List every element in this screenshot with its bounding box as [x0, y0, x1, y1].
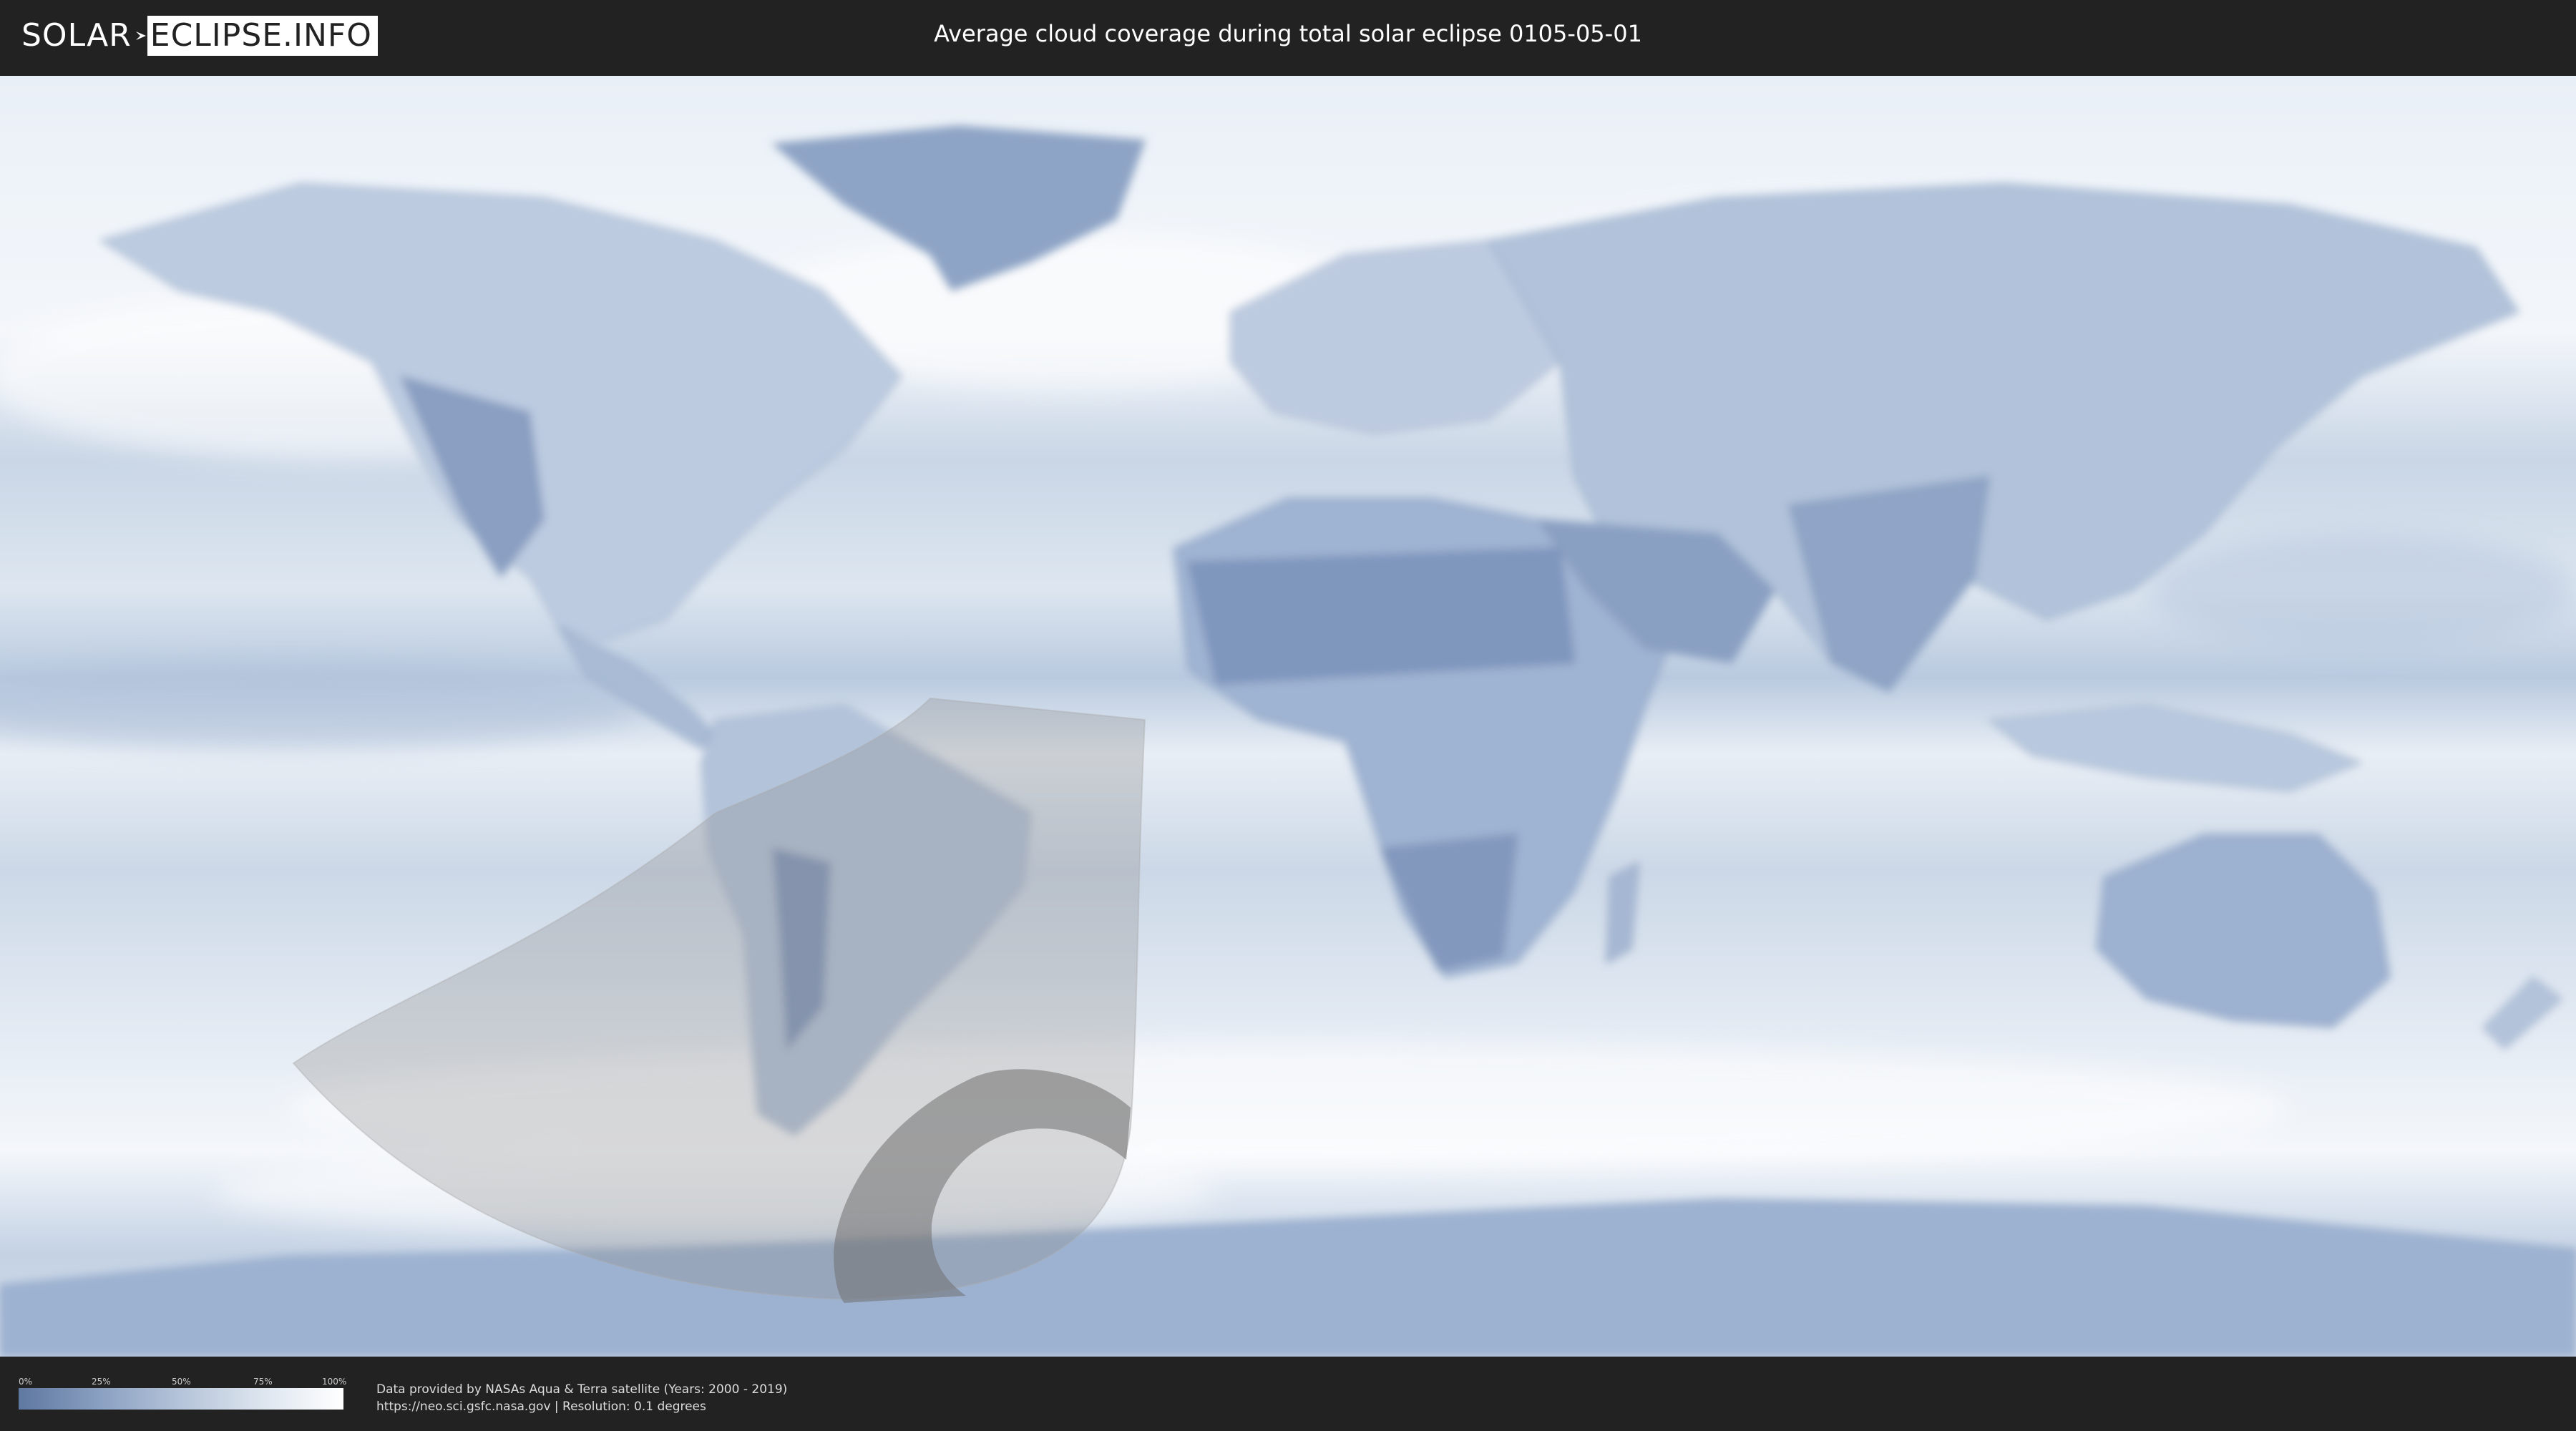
header-bar: SOLAR ECLIPSE.INFO Average cloud coverag… — [0, 0, 2576, 72]
legend-gradient-bar — [19, 1388, 343, 1410]
legend-tick-75: 75% — [253, 1377, 273, 1387]
data-credits: Data provided by NASAs Aqua & Terra sate… — [376, 1381, 787, 1415]
map-canvas — [0, 76, 2576, 1357]
cloud-coverage-legend: 0% 25% 50% 75% 100% — [19, 1377, 347, 1410]
legend-tick-25: 25% — [92, 1377, 111, 1387]
credits-line-url[interactable]: https://neo.sci.gsfc.nasa.gov | Resoluti… — [376, 1398, 787, 1415]
footer-bar: 0% 25% 50% 75% 100% Data provided by NAS… — [0, 1358, 2576, 1431]
legend-ticks: 0% 25% 50% 75% 100% — [19, 1377, 347, 1388]
legend-tick-0: 0% — [19, 1377, 33, 1387]
legend-tick-50: 50% — [172, 1377, 191, 1387]
legend-tick-100: 100% — [322, 1377, 347, 1387]
page-title: Average cloud coverage during total sola… — [934, 20, 1642, 47]
world-cloud-map[interactable] — [0, 76, 2576, 1357]
credits-line-source: Data provided by NASAs Aqua & Terra sate… — [376, 1382, 788, 1397]
